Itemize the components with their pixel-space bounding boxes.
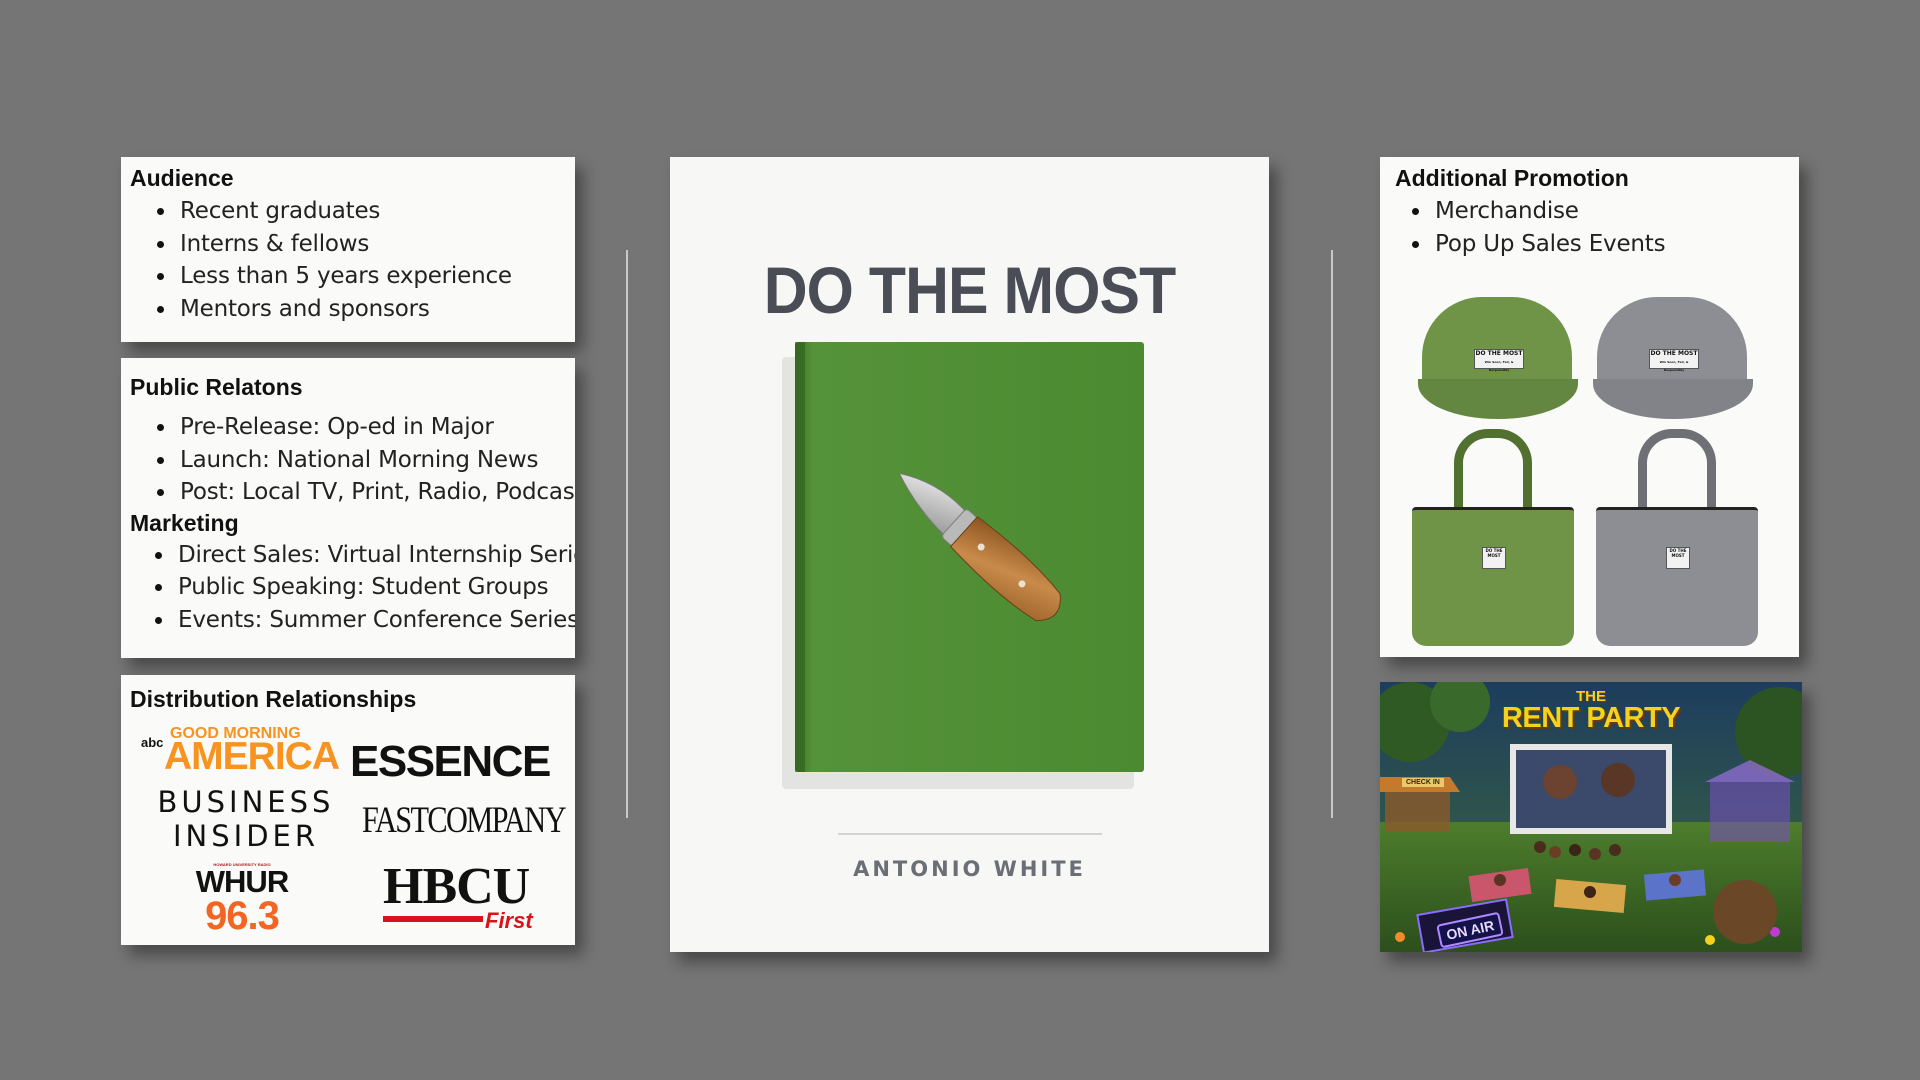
- right-divider: [1331, 250, 1333, 818]
- audience-list: Recent graduates Interns & fellows Less …: [157, 195, 566, 326]
- list-item: Mentors and sponsors: [157, 293, 566, 326]
- whur-top-text: WHUR: [195, 864, 289, 899]
- whur-logo: HOWARD UNIVERSITY RADIO WHUR 96.3: [187, 862, 297, 938]
- public-relations-list: Pre-Release: Op-ed in Major Launch: Nati…: [157, 411, 575, 509]
- public-relations-title: Public Relatons: [130, 374, 303, 400]
- distribution-title: Distribution Relationships: [130, 686, 417, 712]
- cap-tag-text: DO THE MOST: [1475, 350, 1523, 357]
- green-tote-image: DO THE MOST: [1412, 429, 1574, 646]
- list-item: Launch: National Morning News: [157, 444, 566, 477]
- hbcu-top-text: HBCU: [383, 858, 530, 915]
- gray-cap-image: DO THE MOST Win Soon, Fail, & Responsibl…: [1593, 297, 1753, 427]
- list-item: Events: Summer Conference Series: [155, 604, 575, 637]
- tote-tag-text: DO THE MOST: [1485, 548, 1503, 558]
- check-in-sign: CHECK IN: [1402, 778, 1444, 787]
- book-cover: DO THE MOST ANTONIO WHITE: [670, 157, 1269, 952]
- marketing-title: Marketing: [130, 509, 239, 536]
- list-item: Pre-Release: Op-ed in Major: [157, 411, 566, 444]
- essence-logo: ESSENCE: [350, 737, 551, 786]
- business-insider-top: BUSINESS: [157, 785, 335, 819]
- hbcu-bottom-text: First: [485, 908, 533, 933]
- cap-tag-text: DO THE MOST: [1650, 350, 1698, 357]
- green-cap-image: DO THE MOST Win Soon, Fail, & Responsibl…: [1418, 297, 1578, 427]
- abc-logo-text: abc: [141, 735, 164, 750]
- rent-party-image: THE RENT PARTY CHECK IN ON AIR: [1380, 682, 1802, 952]
- list-item: Interns & fellows: [157, 228, 566, 261]
- audience-title: Audience: [130, 165, 234, 191]
- pr-marketing-card: Public Relatons Pre-Release: Op-ed in Ma…: [121, 358, 575, 658]
- promotion-list: Merchandise Pop Up Sales Events: [1412, 195, 1784, 261]
- book-spine-shade: [795, 342, 805, 772]
- list-item: Direct Sales: Virtual Internship Series: [155, 539, 575, 572]
- left-divider: [626, 250, 628, 818]
- fast-company-logo: FASTCOMPANY: [362, 800, 566, 841]
- book-illustration: [782, 342, 1144, 835]
- list-item: Post: Local TV, Print, Radio, Podcast: [157, 476, 575, 509]
- promotion-card: Additional Promotion Merchandise Pop Up …: [1380, 157, 1799, 657]
- list-item: Recent graduates: [157, 195, 566, 228]
- business-insider-bottom: INSIDER: [172, 819, 319, 853]
- cap-tag-sub: Win Soon, Fail, & Responsibly: [1659, 360, 1689, 372]
- whur-bottom-text: 96.3: [205, 894, 280, 938]
- promotion-title: Additional Promotion: [1395, 165, 1629, 191]
- gma-bottom-text: AMERICA: [164, 735, 340, 778]
- list-item: Less than 5 years experience: [157, 260, 566, 293]
- gray-tote-image: DO THE MOST: [1596, 429, 1758, 646]
- cap-tag-sub: Win Soon, Fail, & Responsibly: [1484, 360, 1514, 372]
- business-insider-logo: BUSINESS INSIDER: [151, 785, 341, 853]
- list-item: Merchandise: [1412, 195, 1784, 228]
- rent-party-title: RENT PARTY: [1501, 702, 1681, 734]
- list-item: Public Speaking: Student Groups: [155, 571, 566, 604]
- distribution-card: Distribution Relationships abc GOOD MORN…: [121, 675, 575, 945]
- hbcu-red-bar: [383, 916, 483, 922]
- tote-tag-text: DO THE MOST: [1669, 548, 1687, 558]
- list-item: Pop Up Sales Events: [1412, 228, 1784, 261]
- audience-card: Audience Recent graduates Interns & fell…: [121, 157, 575, 342]
- marketing-list: Direct Sales: Virtual Internship Series …: [155, 539, 575, 637]
- book-author: ANTONIO WHITE: [853, 857, 1086, 881]
- hbcu-first-logo: HBCU First: [383, 858, 553, 933]
